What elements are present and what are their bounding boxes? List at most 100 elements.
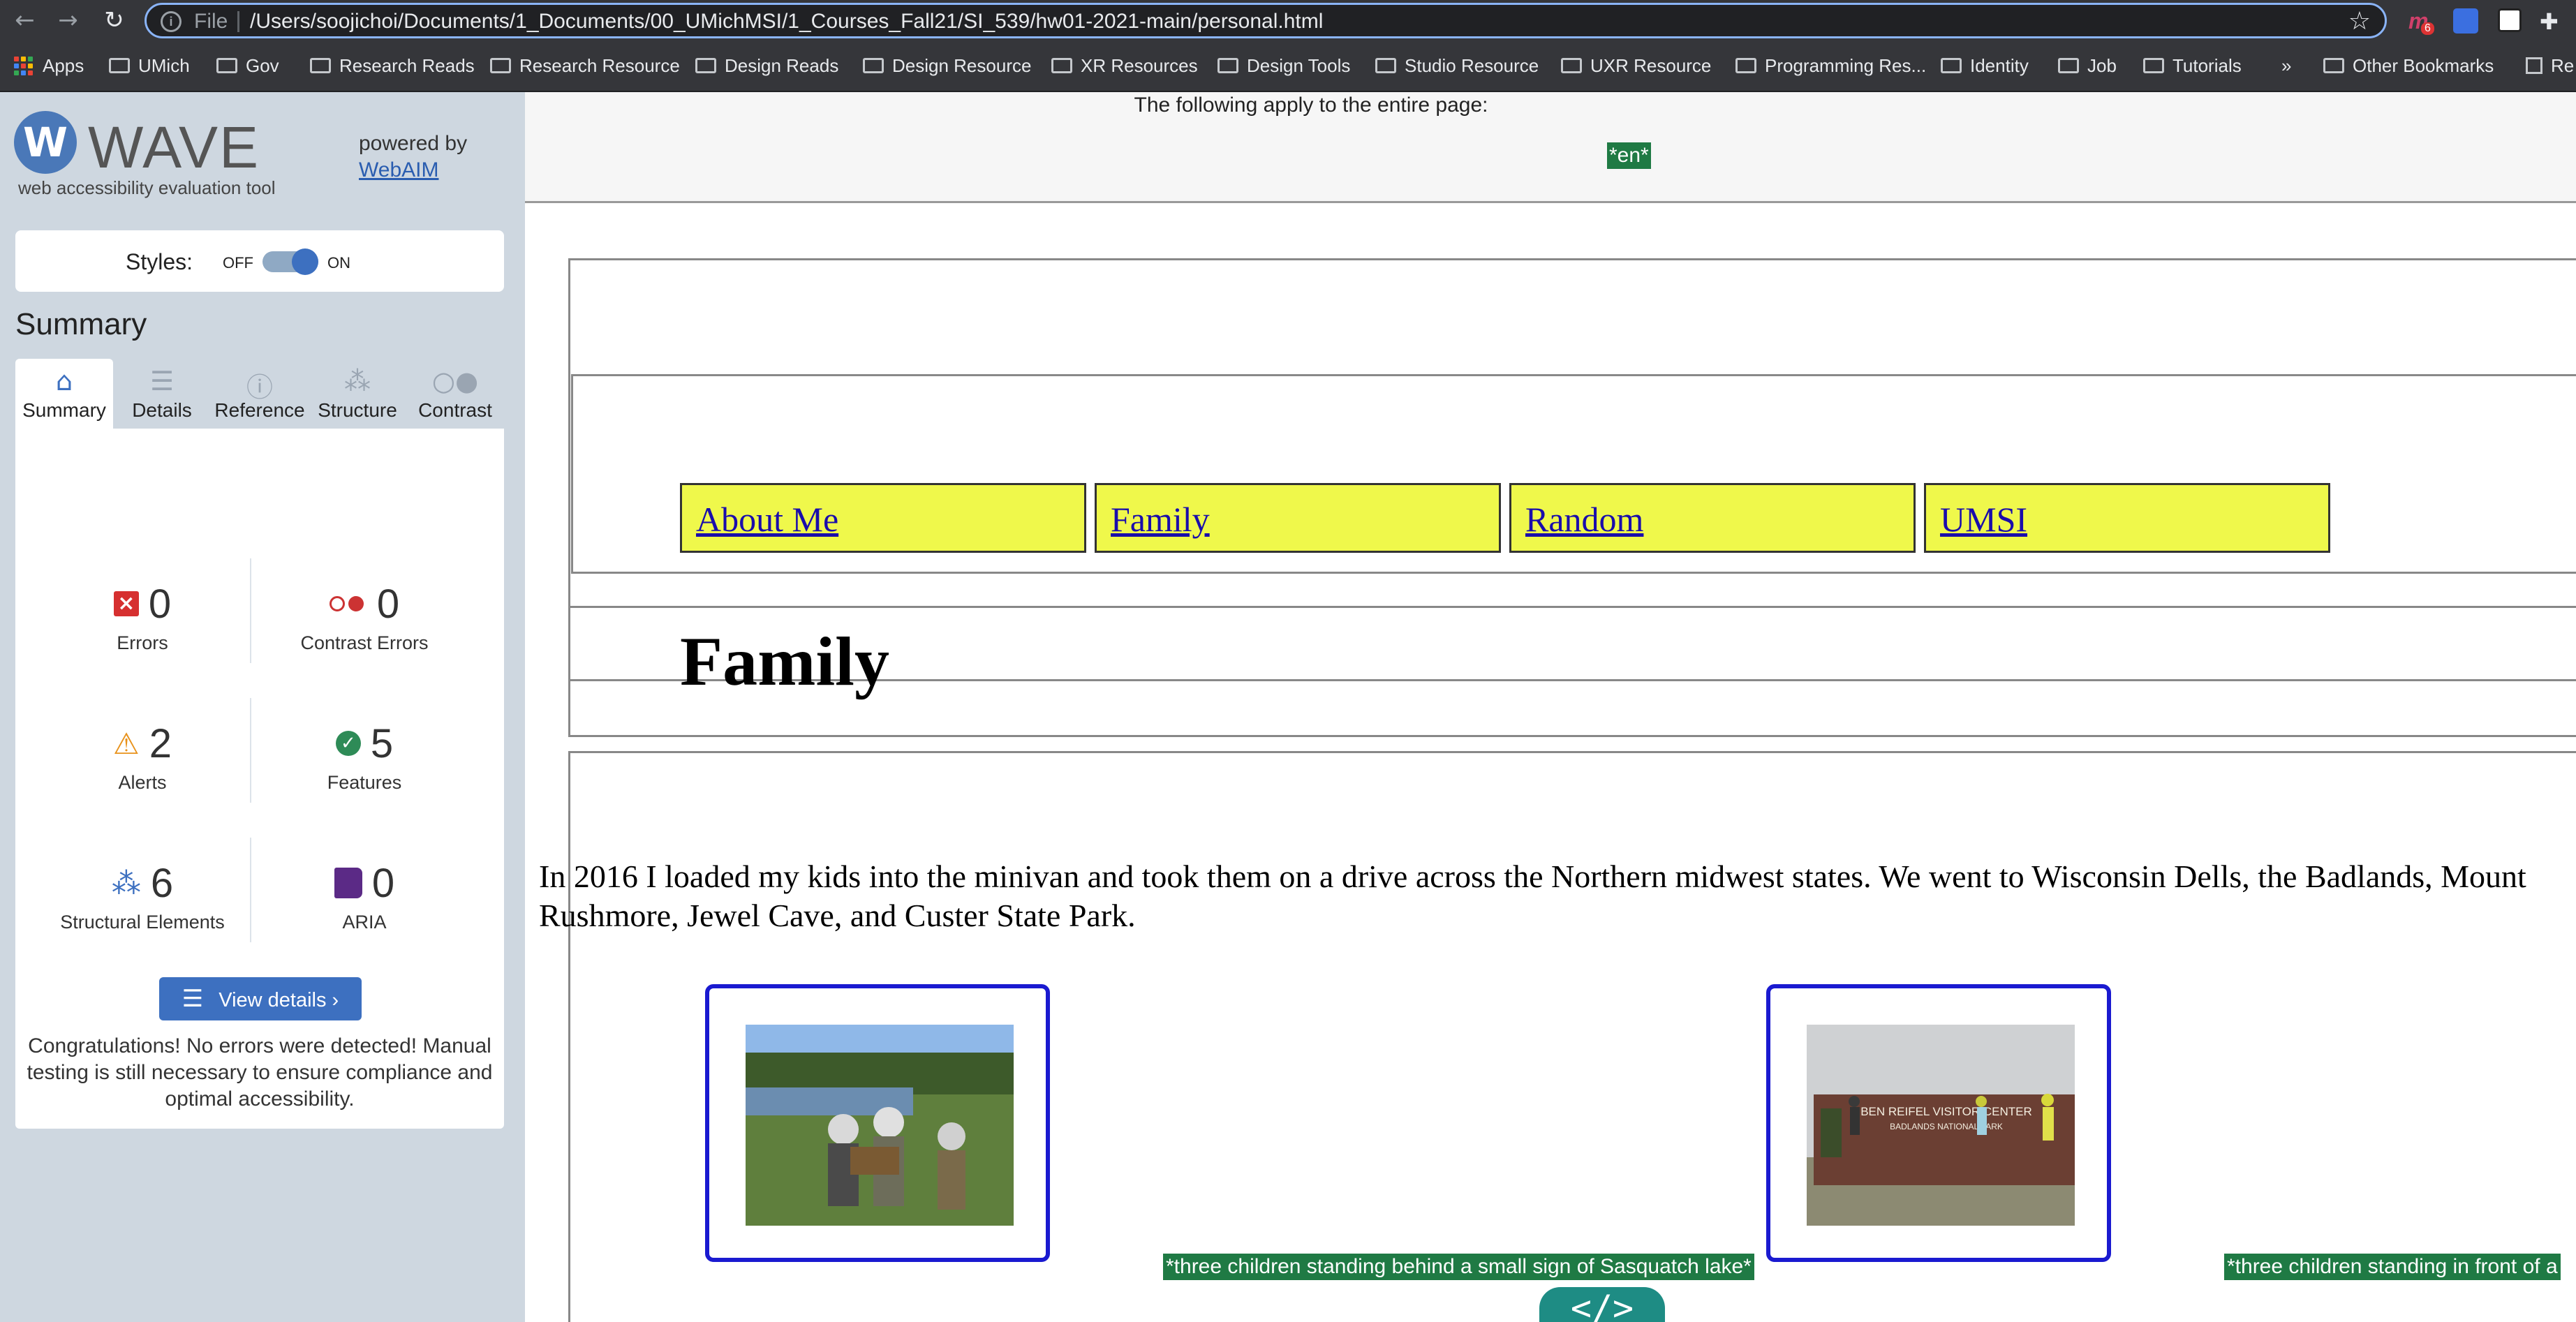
bookmark-folder[interactable]: Design Tools bbox=[1217, 52, 1350, 80]
stat-label: Contrast Errors bbox=[300, 632, 429, 653]
bookmark-label: Gov bbox=[246, 54, 279, 76]
stat-features[interactable]: ✓ 5 Features bbox=[253, 720, 476, 794]
bookmark-folder[interactable]: Studio Resource bbox=[1375, 52, 1539, 80]
folder-icon bbox=[2323, 58, 2344, 73]
stat-aria[interactable]: 0 ARIA bbox=[253, 860, 476, 933]
nav-random[interactable]: Random bbox=[1509, 483, 1916, 553]
folder-icon bbox=[216, 58, 237, 73]
info-icon: ⓘ bbox=[246, 372, 273, 403]
bookmark-star-icon[interactable]: ☆ bbox=[2348, 7, 2371, 36]
wave-sidebar: W WAVE web accessibility evaluation tool… bbox=[0, 92, 525, 1322]
bookmark-label: Identity bbox=[1970, 54, 2029, 76]
reload-icon[interactable]: ↻ bbox=[98, 4, 131, 37]
address-bar[interactable]: i File /Users/soojichoi/Documents/1_Docu… bbox=[145, 3, 2387, 38]
tab-details[interactable]: ☰ Details bbox=[113, 359, 211, 429]
nav-link[interactable]: Random bbox=[1525, 499, 1643, 540]
powered-by-label: powered by bbox=[359, 132, 468, 155]
stat-errors[interactable]: × 0 Errors bbox=[31, 581, 254, 654]
browser-toolbar: ← → ↻ i File /Users/soojichoi/Documents/… bbox=[0, 0, 2576, 41]
folder-icon bbox=[310, 58, 331, 73]
code-toggle-button[interactable]: </> bbox=[1539, 1287, 1665, 1322]
tab-label: Contrast bbox=[418, 399, 492, 421]
stat-count: 0 bbox=[371, 860, 395, 906]
more-bookmarks-button[interactable]: » bbox=[2281, 52, 2291, 80]
stat-contrast-errors[interactable]: 0 Contrast Errors bbox=[253, 581, 476, 654]
back-arrow-icon[interactable]: ← bbox=[8, 4, 41, 37]
tab-summary[interactable]: ⌂ Summary bbox=[15, 359, 113, 429]
structure-icon: ⁂ bbox=[111, 866, 141, 900]
bookmark-folder[interactable]: Identity bbox=[1941, 52, 2029, 80]
site-info-icon[interactable]: i bbox=[161, 11, 182, 32]
forward-arrow-icon[interactable]: → bbox=[52, 4, 84, 37]
bookmark-folder[interactable]: Research Resource bbox=[490, 52, 680, 80]
styles-toggle[interactable] bbox=[262, 248, 318, 275]
bookmarks-bar: Apps UMich Gov Research Reads Research R… bbox=[0, 41, 2576, 92]
stat-label: Errors bbox=[117, 632, 168, 653]
image-frame-visitor-center: BEN REIFEL VISITOR CENTER BADLANDS NATIO… bbox=[1766, 984, 2111, 1262]
summary-heading: Summary bbox=[15, 307, 147, 341]
stat-count: 0 bbox=[376, 581, 400, 627]
bookmark-folder[interactable]: Design Reads bbox=[695, 52, 838, 80]
url-separator bbox=[237, 11, 239, 32]
view-details-button[interactable]: ☰ View details › bbox=[159, 977, 362, 1020]
tab-reference[interactable]: ⓘ Reference bbox=[211, 359, 309, 429]
extensions-puzzle-icon[interactable]: ✚ bbox=[2540, 8, 2565, 35]
bookmark-folder[interactable]: Design Resource bbox=[863, 52, 1031, 80]
nav-link[interactable]: UMSI bbox=[1940, 499, 2027, 540]
wave-title: WAVE bbox=[88, 114, 260, 180]
folder-icon bbox=[1051, 58, 1072, 73]
bookmark-folder[interactable]: XR Resources bbox=[1051, 52, 1198, 80]
reading-list-icon bbox=[2526, 57, 2542, 74]
list-icon: ☰ bbox=[182, 985, 204, 1013]
nav-about-me[interactable]: About Me bbox=[680, 483, 1086, 553]
url-text[interactable]: /Users/soojichoi/Documents/1_Documents/0… bbox=[250, 10, 1323, 34]
bookmark-folder[interactable]: Programming Res... bbox=[1735, 52, 1926, 80]
apps-grid-icon bbox=[14, 56, 33, 75]
intro-paragraph: In 2016 I loaded my kids into the miniva… bbox=[539, 859, 2526, 933]
stat-label: Alerts bbox=[118, 772, 167, 793]
bookmark-label: Design Resource bbox=[892, 54, 1032, 76]
bookmark-folder[interactable]: Research Reads bbox=[310, 52, 475, 80]
bookmark-label: Re bbox=[2551, 54, 2575, 76]
bookmark-folder[interactable]: Job bbox=[2058, 52, 2117, 80]
nav-link[interactable]: About Me bbox=[696, 499, 838, 540]
contrast-icon: ○● bbox=[431, 366, 479, 396]
home-icon: ⌂ bbox=[55, 366, 73, 396]
stat-label: Structural Elements bbox=[60, 912, 225, 933]
nav-family[interactable]: Family bbox=[1095, 483, 1501, 553]
structure-icon: ⁂ bbox=[344, 366, 371, 396]
bookmark-folder[interactable]: Tutorials bbox=[2143, 52, 2242, 80]
bookmark-folder[interactable]: UXR Resource bbox=[1561, 52, 1711, 80]
extension-m-icon[interactable]: m 6 bbox=[2408, 8, 2434, 35]
stat-structural[interactable]: ⁂ 6 Structural Elements bbox=[31, 860, 254, 933]
alt-text-tag-1[interactable]: *three children standing behind a small … bbox=[1163, 1254, 1754, 1280]
tab-structure[interactable]: ⁂ Structure bbox=[309, 359, 406, 429]
extension-badge: 6 bbox=[2421, 22, 2434, 35]
toggle-knob bbox=[292, 248, 318, 275]
alt-text-tag-2[interactable]: *three children standing in front of a bbox=[2224, 1254, 2561, 1280]
nav-umsi[interactable]: UMSI bbox=[1924, 483, 2330, 553]
webaim-link[interactable]: WebAIM bbox=[359, 158, 438, 182]
folder-icon bbox=[2058, 58, 2079, 73]
congrats-message: Congratulations! No errors were detected… bbox=[27, 1034, 493, 1111]
extension-notion-icon[interactable] bbox=[2498, 8, 2522, 32]
nav-link[interactable]: Family bbox=[1111, 499, 1210, 540]
page-wide-annotations: The following apply to the entire page: … bbox=[525, 92, 2576, 203]
stat-label: Features bbox=[327, 772, 402, 793]
reading-list[interactable]: Re bbox=[2526, 52, 2574, 80]
other-bookmarks[interactable]: Other Bookmarks bbox=[2323, 52, 2494, 80]
tab-contrast[interactable]: ○● Contrast bbox=[406, 359, 504, 429]
stat-count: 6 bbox=[150, 860, 174, 906]
wave-tabs: ⌂ Summary ☰ Details ⓘ Reference ⁂ Struct… bbox=[15, 359, 504, 429]
stat-alerts[interactable]: ⚠ 2 Alerts bbox=[31, 720, 254, 794]
stat-count: 0 bbox=[148, 581, 172, 627]
bookmark-label: Research Resource bbox=[519, 54, 680, 76]
feature-check-icon: ✓ bbox=[335, 731, 361, 756]
extension-calendar-icon[interactable] bbox=[2453, 8, 2478, 34]
bookmark-folder[interactable]: UMich bbox=[109, 52, 190, 80]
bookmark-apps[interactable]: Apps bbox=[14, 52, 84, 80]
styles-off-label: OFF bbox=[223, 254, 253, 272]
bookmark-folder[interactable]: Gov bbox=[216, 52, 279, 80]
bookmark-label: Job bbox=[2087, 54, 2117, 76]
language-tag[interactable]: *en* bbox=[1607, 142, 1651, 169]
